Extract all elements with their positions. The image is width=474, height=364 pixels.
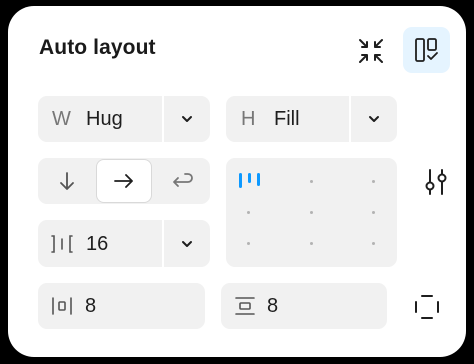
gap-dropdown[interactable]: [164, 220, 210, 267]
gap-icon: [50, 234, 74, 254]
gap-field[interactable]: 16: [38, 220, 210, 267]
align-cell[interactable]: [372, 242, 375, 245]
align-cell[interactable]: [372, 211, 375, 214]
direction-control: [38, 158, 210, 204]
horizontal-padding-value: 8: [85, 295, 97, 317]
height-label: H: [241, 108, 256, 130]
height-value: Fill: [274, 108, 300, 130]
alignment-grid[interactable]: [226, 158, 397, 267]
height-field[interactable]: H Fill: [226, 96, 397, 142]
wrap-arrow-icon: [171, 172, 193, 190]
advanced-settings-button[interactable]: [416, 162, 456, 202]
width-dropdown[interactable]: [164, 96, 210, 142]
layout-check-icon: [414, 36, 440, 64]
collapse-icon: [358, 38, 384, 64]
horizontal-padding-icon: [50, 295, 74, 317]
collapse-button[interactable]: [352, 32, 390, 70]
vertical-padding-icon: [233, 295, 257, 317]
panel-title: Auto layout: [39, 36, 156, 59]
individual-padding-button[interactable]: [407, 287, 447, 327]
height-dropdown[interactable]: [351, 96, 397, 142]
direction-wrap-button[interactable]: [154, 158, 210, 204]
arrow-down-icon: [59, 170, 75, 192]
align-cell[interactable]: [247, 211, 250, 214]
width-value: Hug: [86, 108, 123, 130]
chevron-down-icon: [180, 239, 194, 249]
align-cell[interactable]: [310, 242, 313, 245]
horizontal-padding-field[interactable]: 8: [38, 283, 205, 329]
gap-value: 16: [86, 233, 109, 255]
align-top-left-icon: [238, 170, 262, 192]
chevron-down-icon: [180, 114, 194, 124]
align-cell[interactable]: [310, 211, 313, 214]
vertical-padding-field[interactable]: 8: [221, 283, 387, 329]
sliders-icon: [423, 168, 449, 196]
width-label: W: [52, 108, 71, 130]
arrow-right-icon: [113, 173, 135, 189]
width-field[interactable]: W Hug: [38, 96, 210, 142]
individual-padding-icon: [414, 294, 440, 320]
layout-suggestion-button[interactable]: [403, 27, 450, 73]
direction-right-button[interactable]: [96, 159, 152, 203]
align-cell[interactable]: [372, 180, 375, 183]
direction-down-button[interactable]: [38, 158, 96, 204]
align-cell[interactable]: [310, 180, 313, 183]
vertical-padding-value: 8: [267, 295, 279, 317]
chevron-down-icon: [367, 114, 381, 124]
align-cell[interactable]: [247, 242, 250, 245]
